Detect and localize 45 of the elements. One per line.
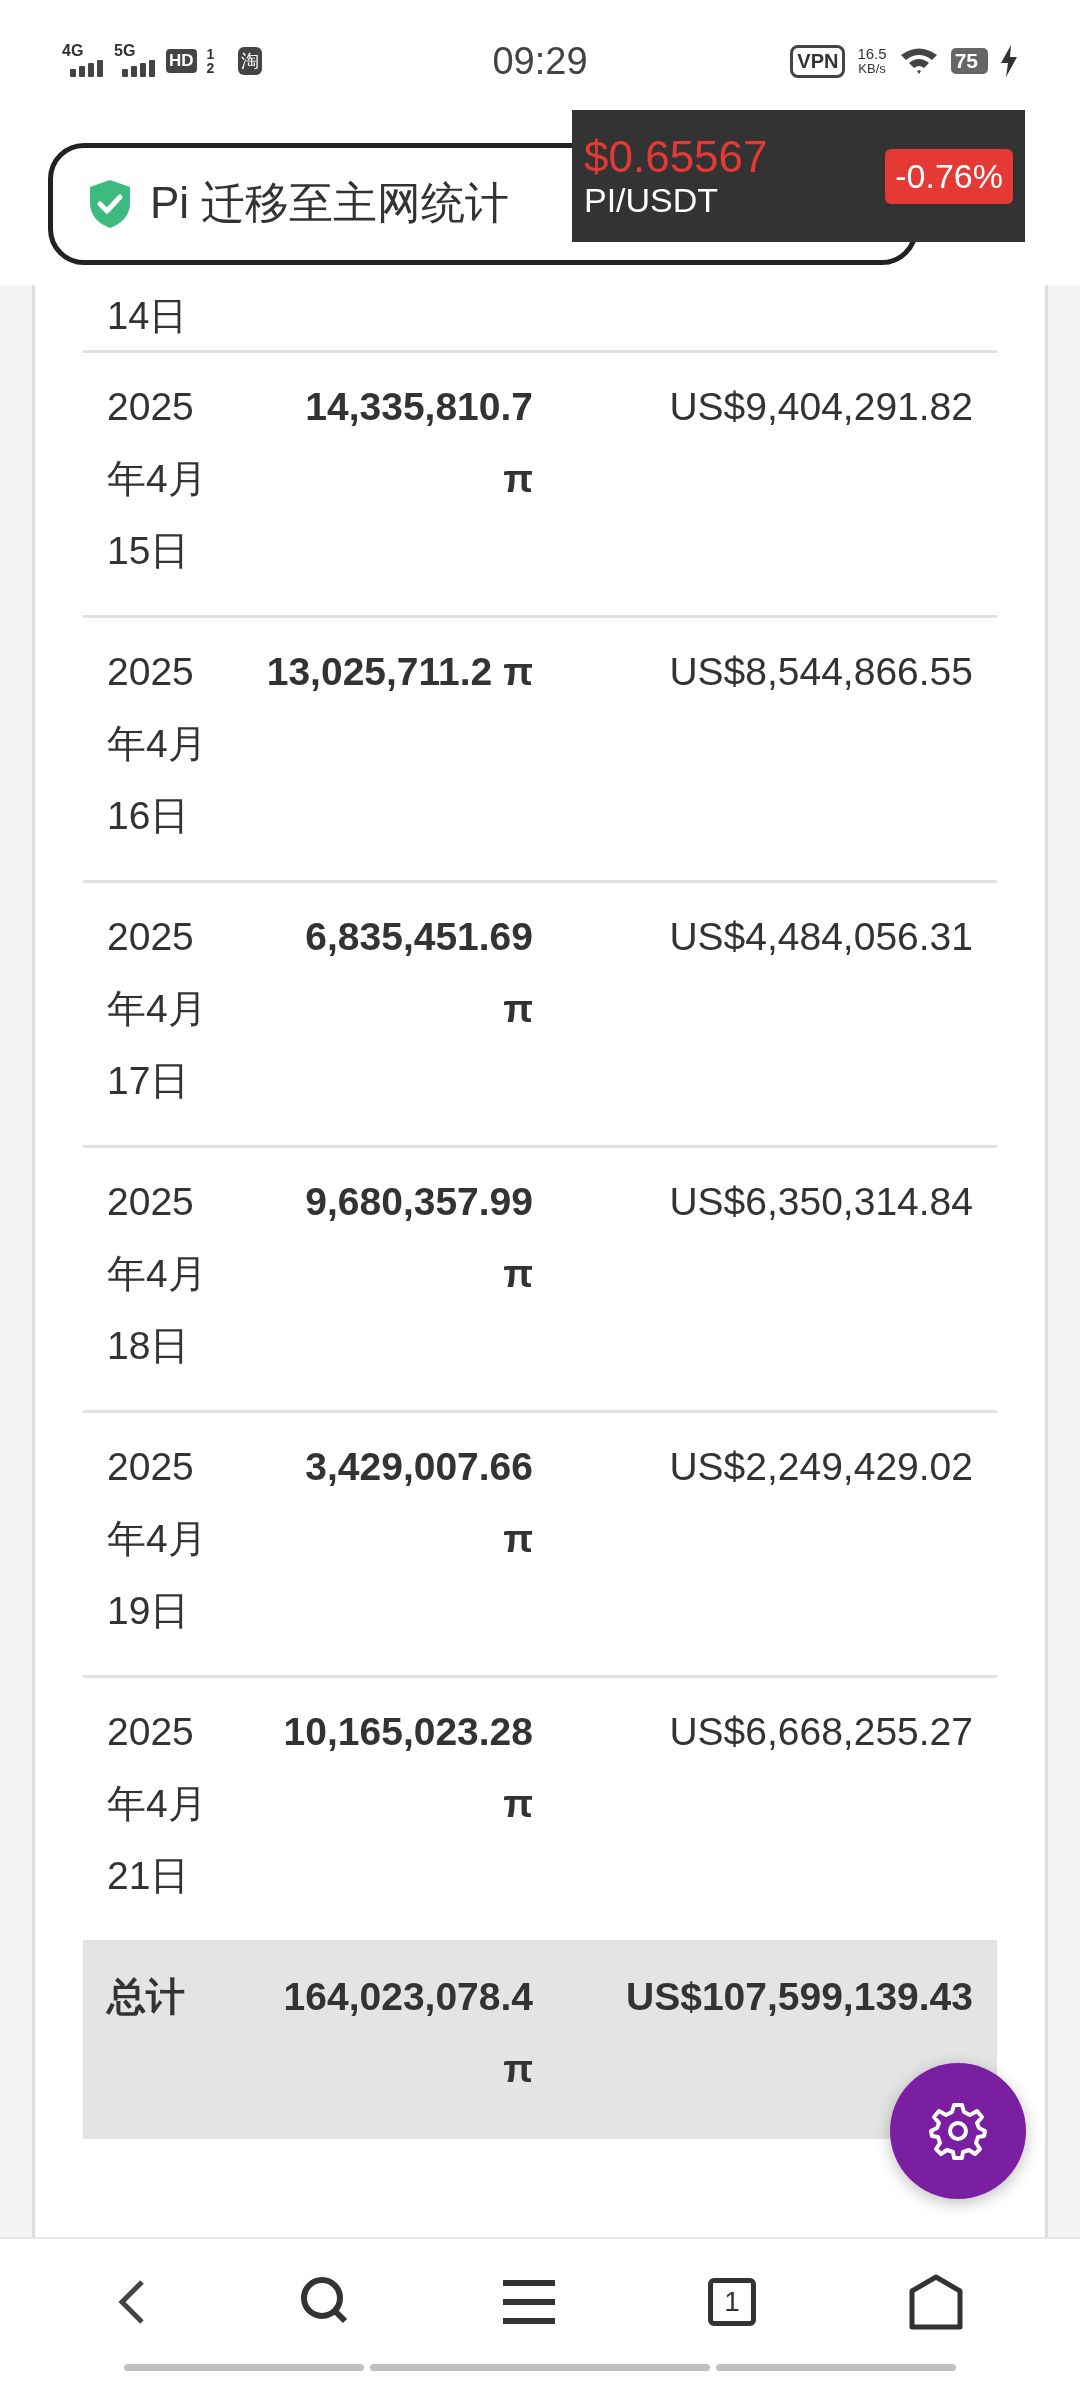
table-cell-text: 2025年4月15日 (107, 384, 208, 574)
settings-button[interactable] (890, 2063, 1026, 2199)
settings-icon (928, 2101, 988, 2161)
table-cell-text: 2025年4月18日 (107, 1179, 208, 1369)
change-badge: -0.76% (885, 148, 1013, 204)
table-cell-text: 14,335,810.7 π (304, 384, 533, 502)
table-cell-text: 3,429,007.66 π (304, 1444, 533, 1562)
table-cell-text: 2025年4月17日 (107, 914, 208, 1104)
table-cell-text: 10,165,023.28 π (282, 1709, 533, 1827)
table-cell-text: 164,023,078.4 π (282, 1974, 533, 2092)
table-cell-text: US$6,350,314.84 (668, 1179, 973, 1225)
network-label: 5G (114, 43, 137, 59)
signal-icon (70, 59, 104, 77)
vpn-badge: VPN (790, 44, 846, 78)
table-cell-text: 2025年4月19日 (107, 1444, 208, 1634)
clock: 09:29 (492, 39, 588, 83)
table-cell-text: US$2,249,429.02 (668, 1444, 973, 1490)
table-cell-text: US$8,544,866.55 (668, 649, 973, 695)
pair-label: PI/USDT (584, 181, 720, 219)
table-cell-text: 2025年4月16日 (107, 649, 208, 839)
hd-sim-label: 1 (206, 47, 215, 61)
table-cell-text: 6,835,451.69 π (304, 914, 533, 1032)
table-cell-text: 9,680,357.99 π (304, 1179, 533, 1297)
table-cell-text: US$6,668,255.27 (668, 1709, 973, 1755)
hd-sim-label: 2 (206, 61, 215, 75)
hd-badge: HD (166, 49, 197, 73)
speed-unit: KB/s (858, 61, 886, 76)
menu-button[interactable] (502, 2278, 555, 2325)
home-button[interactable] (909, 2273, 964, 2330)
tabs-button[interactable]: 1 (708, 2277, 757, 2326)
charging-icon (1000, 45, 1018, 77)
table-cell-text: US$4,484,056.31 (668, 914, 973, 960)
signal-icon (122, 59, 156, 77)
page-title: Pi 迁移至主网统计 (150, 177, 510, 229)
table-cell-text: 14日 (106, 296, 189, 336)
table-cell-text: 13,025,711.2 π (265, 649, 533, 695)
table-cell-text: 2025年4月21日 (107, 1709, 208, 1899)
table-cell-text: US$107,599,139.43 (625, 1974, 973, 2020)
shield-check-icon (88, 178, 132, 229)
battery-icon: 75 (950, 48, 988, 74)
speed-value: 16.5 (857, 46, 887, 61)
table-cell-text: US$9,404,291.82 (668, 384, 973, 430)
table-cell-text: 总计 (107, 1974, 186, 2020)
network-label: 4G (62, 43, 85, 59)
app-badge: 淘 (238, 47, 263, 75)
